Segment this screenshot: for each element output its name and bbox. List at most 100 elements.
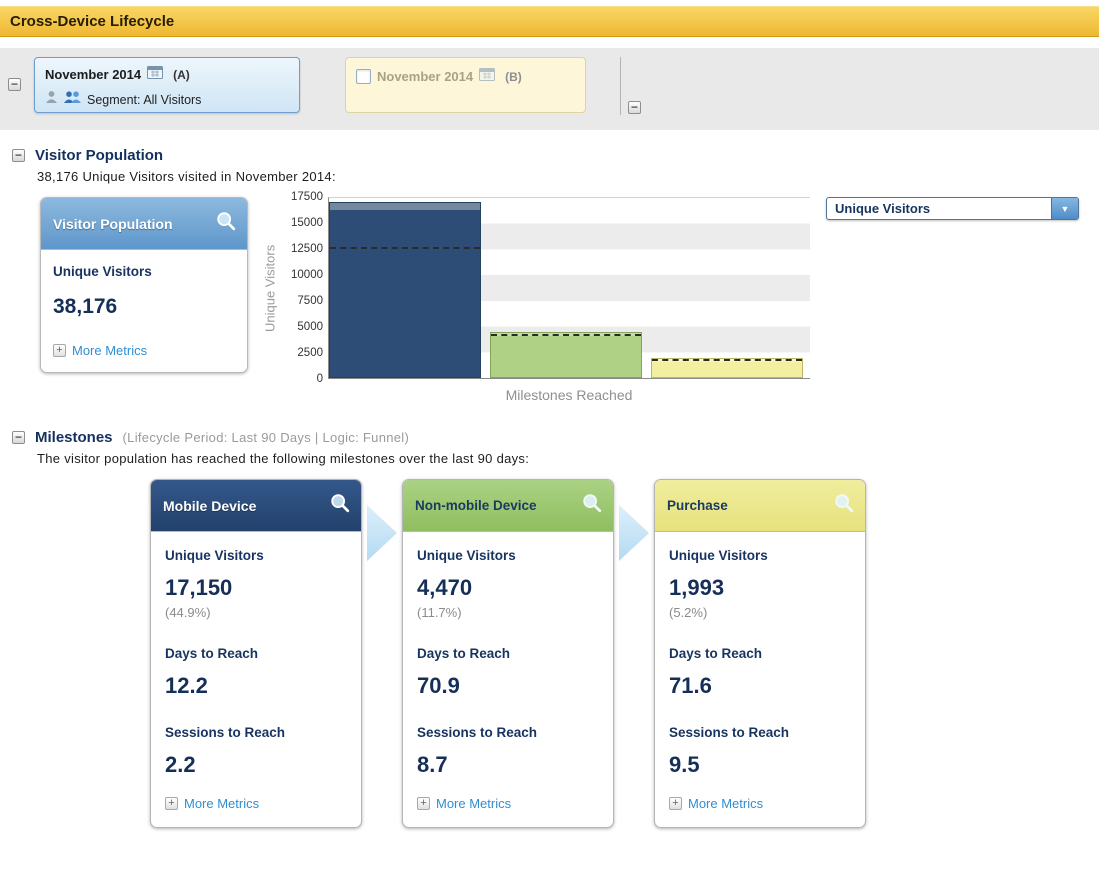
milestone-card-purchase: Purchase Unique Visitors 1,993 (5.2%) Da…	[654, 479, 866, 828]
series-b-checkbox[interactable]	[356, 69, 371, 84]
section-title: Milestones	[35, 429, 113, 446]
metric-value: 71.6	[669, 673, 712, 698]
series-a-date[interactable]: November 2014	[45, 67, 141, 82]
milestone-card-mobile-device: Mobile Device Unique Visitors 17,150 (44…	[150, 479, 362, 828]
page-title: Cross-Device Lifecycle	[10, 13, 175, 30]
milestones-description: The visitor population has reached the f…	[37, 451, 530, 466]
chart-bar-group	[651, 198, 803, 378]
visitor-population-section: − Visitor Population 38,176 Unique Visit…	[0, 147, 1116, 403]
metric-dropdown-value: Unique Visitors	[835, 201, 931, 216]
visitor-population-card: Visitor Population Unique Visitors 38,17…	[40, 197, 248, 373]
metric-label: Days to Reach	[165, 646, 259, 661]
visitor-population-subtitle: 38,176 Unique Visitors visited in Novemb…	[37, 169, 336, 184]
period-toolbar: − November 2014 (A) Segment: All Visitor…	[0, 48, 1099, 130]
chart-y-axis-label: Unique Visitors	[262, 244, 278, 332]
page: Cross-Device Lifecycle − November 2014 (…	[0, 6, 1116, 888]
report-header: Cross-Device Lifecycle	[0, 6, 1099, 37]
funnel-arrow-icon	[367, 505, 397, 561]
card-title: Non-mobile Device	[415, 498, 537, 513]
more-metrics-link[interactable]: + More Metrics	[165, 796, 347, 811]
section-title: Visitor Population	[35, 147, 164, 164]
card-header: Non-mobile Device	[403, 480, 613, 532]
metric-value: 8.7	[417, 752, 448, 777]
y-tick-label: 15000	[291, 217, 323, 229]
series-b-date[interactable]: November 2014	[377, 69, 473, 84]
expand-icon[interactable]: +	[417, 797, 430, 810]
collapse-milestones-button[interactable]: −	[12, 431, 25, 444]
expand-icon[interactable]: +	[669, 797, 682, 810]
metric-percent: (5.2%)	[669, 605, 708, 620]
segment-label: Segment: All Visitors	[87, 92, 202, 107]
card-title: Purchase	[667, 498, 728, 513]
y-tick-label: 0	[316, 373, 323, 385]
metric-value: 4,470	[417, 575, 473, 600]
visitor-group-icon	[63, 90, 82, 109]
card-header: Mobile Device	[151, 480, 361, 532]
metric-percent: (44.9%)	[165, 605, 211, 620]
metric-label: Unique Visitors	[53, 264, 152, 279]
metric-label: Unique Visitors	[669, 548, 768, 563]
metric-value: 38,176	[53, 295, 118, 318]
bar-mobile-device[interactable]	[329, 201, 481, 378]
y-tick-label: 12500	[291, 243, 323, 255]
metric-label: Unique Visitors	[417, 548, 516, 563]
metric-percent: (11.7%)	[417, 605, 462, 620]
card-title: Visitor Population	[53, 215, 173, 232]
milestone-card-non-mobile-device: Non-mobile Device Unique Visitors 4,470 …	[402, 479, 614, 828]
bar-non-mobile-device[interactable]	[490, 332, 642, 378]
metric-label: Days to Reach	[669, 646, 763, 661]
series-a-selector[interactable]: November 2014 (A) Segment: All Visitors	[34, 57, 300, 113]
chart-x-axis-label: Milestones Reached	[505, 387, 633, 403]
y-tick-label: 2500	[297, 347, 323, 359]
y-tick-label: 5000	[297, 321, 323, 333]
metric-label: Sessions to Reach	[669, 725, 790, 740]
card-header: Visitor Population	[41, 198, 247, 250]
metric-value: 70.9	[417, 673, 460, 698]
more-metrics-link[interactable]: + More Metrics	[417, 796, 599, 811]
series-b-marker: (B)	[505, 69, 522, 84]
comparison-dash-line	[652, 359, 802, 362]
collapse-visitor-population-button[interactable]: −	[12, 149, 25, 162]
metric-value: 2.2	[165, 752, 196, 777]
more-metrics-link[interactable]: + More Metrics	[669, 796, 851, 811]
y-tick-label: 10000	[291, 269, 323, 281]
funnel-arrow-icon	[619, 505, 649, 561]
comparison-dash-line	[330, 247, 480, 250]
y-tick-label: 7500	[297, 295, 323, 307]
card-header: Purchase	[655, 480, 865, 532]
single-visitor-icon	[45, 90, 58, 109]
magnifier-icon[interactable]	[215, 210, 237, 237]
chart-plot	[328, 197, 810, 379]
y-tick-label: 17500	[291, 191, 323, 203]
milestones-meta: (Lifecycle Period: Last 90 Days | Logic:…	[122, 430, 410, 445]
more-metrics-link[interactable]: + More Metrics	[53, 343, 235, 358]
comparison-dash-line	[491, 333, 641, 336]
card-title: Mobile Device	[163, 497, 257, 514]
metric-label: Unique Visitors	[165, 548, 264, 563]
chart-y-axis: 0 2500 5000 7500 10000 12500 15000 17500	[280, 191, 328, 385]
metric-value: 9.5	[669, 752, 700, 777]
magnifier-icon[interactable]	[833, 492, 855, 519]
milestones-section: − Milestones (Lifecycle Period: Last 90 …	[0, 429, 1116, 828]
metric-label: Days to Reach	[417, 646, 511, 661]
collapse-toolbar-button[interactable]: −	[8, 78, 21, 91]
toolbar-divider	[620, 57, 621, 115]
magnifier-icon[interactable]	[581, 492, 603, 519]
series-a-marker: (A)	[173, 67, 190, 82]
calendar-icon[interactable]	[147, 65, 164, 84]
chart-bar-group	[329, 198, 481, 378]
chart-bar-group	[490, 198, 642, 378]
metric-dropdown[interactable]: Unique Visitors ▼	[826, 197, 1079, 220]
calendar-icon[interactable]	[479, 67, 496, 86]
metric-label: Sessions to Reach	[165, 725, 286, 740]
expand-icon[interactable]: +	[165, 797, 178, 810]
expand-icon[interactable]: +	[53, 344, 66, 357]
collapse-comparison-button[interactable]: −	[628, 101, 641, 114]
chevron-down-icon[interactable]: ▼	[1051, 198, 1078, 219]
milestones-chart: Unique Visitors 0 2500 5000 7500 10000 12500 1…	[260, 191, 810, 403]
magnifier-icon[interactable]	[329, 492, 351, 519]
metric-label: Sessions to Reach	[417, 725, 538, 740]
series-b-selector[interactable]: November 2014 (B)	[345, 57, 586, 113]
metric-value: 1,993	[669, 575, 725, 600]
metric-value: 12.2	[165, 673, 208, 698]
